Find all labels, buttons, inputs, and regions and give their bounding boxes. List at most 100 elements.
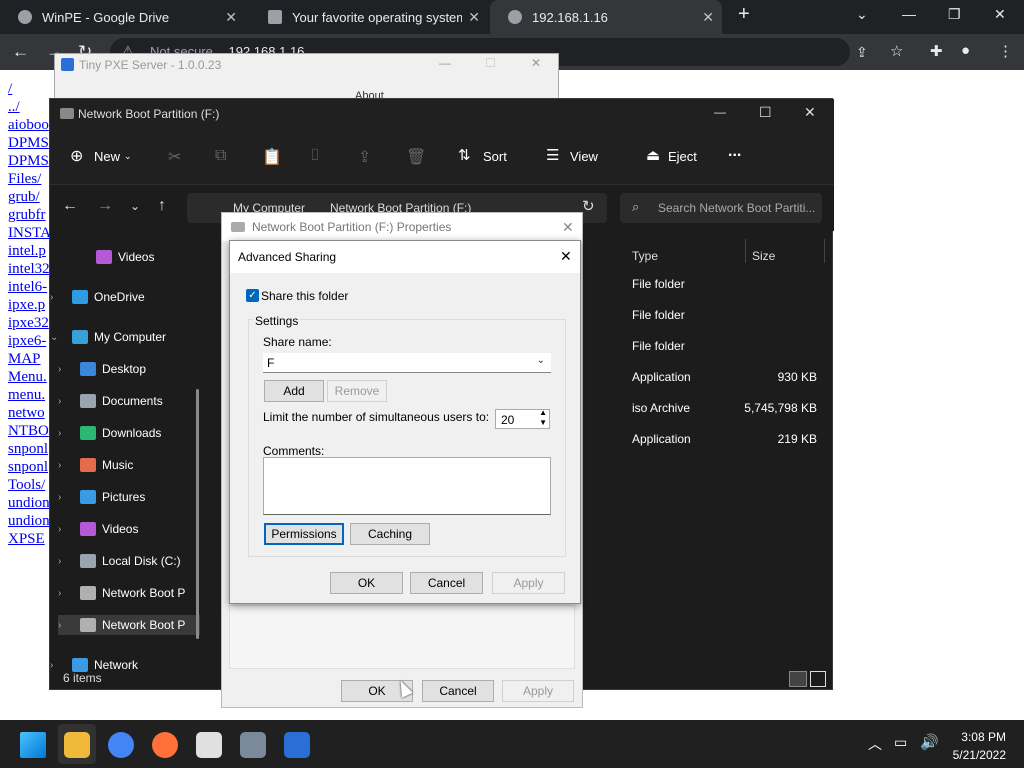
more-options-button[interactable]: ... [728, 143, 741, 161]
file-type-cell[interactable]: File folder [632, 308, 685, 322]
file-size-cell[interactable]: 5,745,798 KB [744, 401, 817, 415]
nav-item[interactable]: › Documents [58, 391, 200, 411]
chevron-icon[interactable]: › [58, 492, 72, 503]
nav-item[interactable]: › Videos [58, 519, 200, 539]
directory-link[interactable]: netwo [8, 404, 50, 422]
tab-operating-systems[interactable]: Your favorite operating systems ✕ [250, 0, 488, 34]
chevron-icon[interactable]: › [58, 620, 72, 631]
directory-link[interactable]: Files/ [8, 170, 50, 188]
eject-button[interactable]: Eject [668, 149, 697, 164]
7zip-icon[interactable] [196, 732, 222, 758]
remove-button[interactable]: Remove [327, 380, 387, 402]
permissions-button[interactable]: Permissions [264, 523, 344, 545]
paste-icon[interactable]: 📋 [262, 147, 282, 167]
cut-icon[interactable]: ✂ [168, 147, 181, 167]
nav-item[interactable]: › Desktop [58, 359, 200, 379]
directory-link[interactable]: XPSE [8, 530, 50, 548]
tab-search-icon[interactable]: ⌄ [856, 6, 868, 23]
nav-item[interactable]: › Network Boot P [58, 583, 200, 603]
search-input[interactable]: ⌕ Search Network Boot Partiti... [620, 193, 822, 223]
close-icon[interactable]: ✕ [560, 248, 572, 265]
minimize-icon[interactable]: — [714, 105, 726, 119]
close-icon[interactable]: ✕ [804, 104, 816, 121]
chevron-icon[interactable]: ⌄ [50, 332, 64, 343]
chevron-icon[interactable]: › [58, 364, 72, 375]
clock[interactable]: 3:08 PM 5/21/2022 [950, 730, 1006, 762]
minimize-icon[interactable]: — [439, 56, 451, 70]
directory-link[interactable]: INSTA [8, 224, 50, 242]
directory-link[interactable]: undion [8, 512, 50, 530]
directory-link[interactable]: undion [8, 494, 50, 512]
back-icon[interactable]: ← [62, 197, 78, 215]
nav-item[interactable]: ⌄ My Computer [50, 327, 200, 347]
directory-link[interactable]: intel6- [8, 278, 50, 296]
tool-app-icon[interactable] [240, 732, 266, 758]
nav-item[interactable]: › Downloads [58, 423, 200, 443]
directory-link[interactable]: intel.p [8, 242, 50, 260]
nav-item[interactable]: › Network Boot P [58, 615, 200, 635]
directory-link[interactable]: / [8, 80, 50, 98]
directory-link[interactable]: ipxe.p [8, 296, 50, 314]
apply-button[interactable]: Apply [492, 572, 565, 594]
spin-down-icon[interactable]: ▼ [539, 418, 547, 427]
directory-link[interactable]: intel32 [8, 260, 50, 278]
extensions-icon[interactable]: ✚ [930, 42, 943, 60]
directory-link[interactable]: ipxe6- [8, 332, 50, 350]
nav-item[interactable]: › OneDrive [50, 287, 200, 307]
chevron-icon[interactable]: › [58, 588, 72, 599]
file-size-cell[interactable]: 930 KB [778, 370, 817, 384]
chevron-icon[interactable]: › [58, 556, 72, 567]
share-icon[interactable]: ⇪ [856, 44, 868, 61]
directory-link[interactable]: grubfr [8, 206, 50, 224]
start-windows-icon[interactable] [20, 732, 46, 758]
chevron-icon[interactable]: › [58, 460, 72, 471]
properties-cancel-button[interactable]: Cancel [422, 680, 494, 702]
delete-icon[interactable]: 🗑 [406, 147, 426, 167]
close-icon[interactable]: ✕ [562, 219, 574, 236]
close-window-icon[interactable]: ✕ [994, 6, 1006, 23]
column-header-size[interactable]: Size [752, 249, 775, 263]
nav-item[interactable]: › Music [58, 455, 200, 475]
sort-button[interactable]: Sort [483, 149, 507, 164]
minimize-icon[interactable]: — [902, 6, 916, 22]
view-button[interactable]: View [570, 149, 598, 164]
refresh-icon[interactable]: ↻ [582, 197, 595, 215]
nav-item[interactable]: › Local Disk (C:) [58, 551, 200, 571]
chevron-icon[interactable]: › [58, 524, 72, 535]
directory-link[interactable]: Menu. [8, 368, 50, 386]
comments-field[interactable] [263, 457, 551, 515]
volume-icon[interactable]: 🔊 [920, 733, 939, 751]
nav-item[interactable]: › Pictures [58, 487, 200, 507]
maximize-icon[interactable]: ☐ [485, 56, 496, 70]
pxe-app-icon[interactable] [284, 732, 310, 758]
share-folder-checkbox[interactable]: ✓ [246, 289, 259, 302]
tiles-view-icon[interactable] [810, 671, 826, 687]
ok-button[interactable]: OK [330, 572, 403, 594]
chevron-icon[interactable]: › [58, 428, 72, 439]
share-icon[interactable]: ⇪ [358, 147, 371, 167]
close-icon[interactable]: ✕ [531, 56, 541, 70]
directory-link[interactable]: snponl [8, 440, 50, 458]
caching-button[interactable]: Caching [350, 523, 430, 545]
tab-winpe-drive[interactable]: WinPE - Google Drive ✕ [0, 0, 245, 34]
file-type-cell[interactable]: File folder [632, 277, 685, 291]
tab-192-168-1-16[interactable]: 192.168.1.16 ✕ [490, 0, 722, 34]
directory-link[interactable]: NTBO [8, 422, 50, 440]
directory-link[interactable]: grub/ [8, 188, 50, 206]
directory-link[interactable]: menu. [8, 386, 50, 404]
directory-link[interactable]: ipxe32 [8, 314, 50, 332]
details-view-icon[interactable] [789, 671, 807, 687]
spin-up-icon[interactable]: ▲ [539, 408, 547, 417]
back-icon[interactable]: ← [12, 42, 29, 62]
directory-link[interactable]: Tools/ [8, 476, 50, 494]
directory-link[interactable]: MAP [8, 350, 50, 368]
network-icon[interactable]: ▭ [894, 734, 907, 751]
directory-link[interactable]: snponl [8, 458, 50, 476]
new-tab-button[interactable]: + [738, 3, 750, 26]
chevron-icon[interactable]: › [50, 292, 64, 303]
nav-scrollbar[interactable] [196, 389, 199, 639]
directory-link[interactable]: aioboo [8, 116, 50, 134]
forward-icon[interactable]: → [97, 197, 113, 215]
chrome-icon[interactable] [108, 732, 134, 758]
bookmark-star-icon[interactable]: ☆ [890, 42, 903, 60]
